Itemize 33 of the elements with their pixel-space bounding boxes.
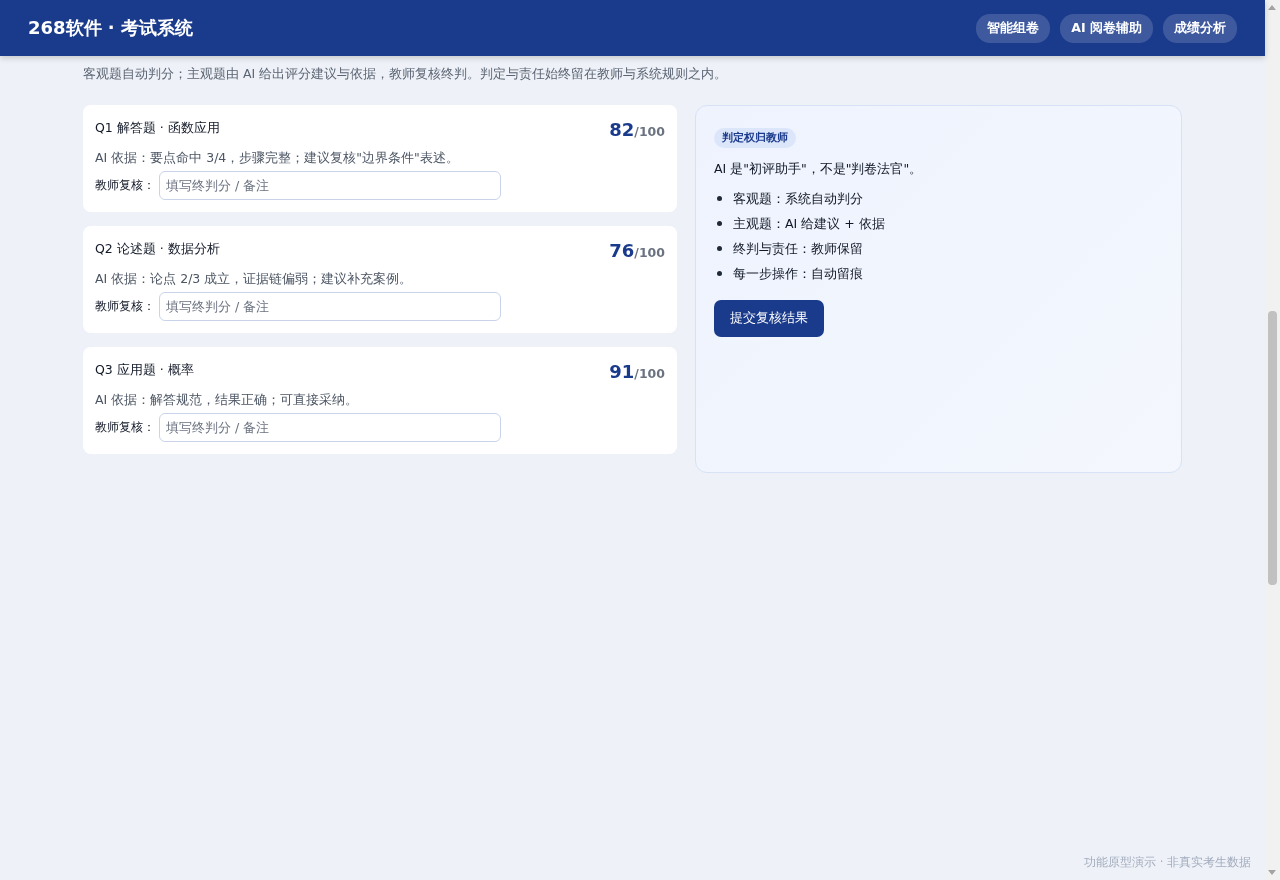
review-input[interactable]: 填写终判分 / 备注 [159,171,501,200]
bullet-icon [717,221,722,226]
review-input[interactable]: 填写终判分 / 备注 [159,292,501,321]
bullet-icon [717,246,722,251]
nav-button[interactable]: 成绩分析 [1163,13,1237,43]
ai-basis-text: AI 依据：论点 2/3 成立，证据链偏弱；建议补充案例。 [95,271,414,288]
rule-item: 终判与责任：教师保留 [733,240,863,257]
score: 82/100 [609,119,665,140]
submit-button[interactable]: 提交复核结果 [714,300,824,337]
review-label: 教师复核： [95,298,155,315]
review-label: 教师复核： [95,177,155,194]
score: 76/100 [609,240,665,261]
lead-text: AI 是"初评助手"，不是"判卷法官"。 [714,161,924,178]
footer-note: 功能原型演示 · 非真实考生数据 [1084,855,1251,870]
rule-item: 每一步操作：自动留痕 [733,265,863,282]
rule-item: 主观题：AI 给建议 + 依据 [733,215,885,232]
bullet-icon [717,196,722,201]
question-title: Q2 论述题 · 数据分析 [95,241,220,258]
review-input[interactable]: 填写终判分 / 备注 [159,413,501,442]
scrollbar[interactable] [1265,0,1280,880]
question-title: Q1 解答题 · 函数应用 [95,120,220,137]
score: 91/100 [609,361,665,382]
bullet-icon [717,271,722,276]
nav-button[interactable]: AI 阅卷辅助 [1060,13,1153,43]
app-title: 268软件 · 考试系统 [28,16,193,40]
review-label: 教师复核： [95,419,155,436]
ai-basis-text: AI 依据：解答规范，结果正确；可直接采纳。 [95,392,360,409]
question-title: Q3 应用题 · 概率 [95,362,194,379]
rule-item: 客观题：系统自动判分 [733,190,863,207]
ai-basis-text: AI 依据：要点命中 3/4，步骤完整；建议复核"边界条件"表述。 [95,150,460,167]
intro-text: 客观题自动判分；主观题由 AI 给出评分建议与依据，教师复核终判。判定与责任始终留在教师与系统规则之内。 [83,66,729,83]
nav-button[interactable]: 智能组卷 [976,13,1051,43]
role-badge: 判定权归教师 [714,128,796,148]
